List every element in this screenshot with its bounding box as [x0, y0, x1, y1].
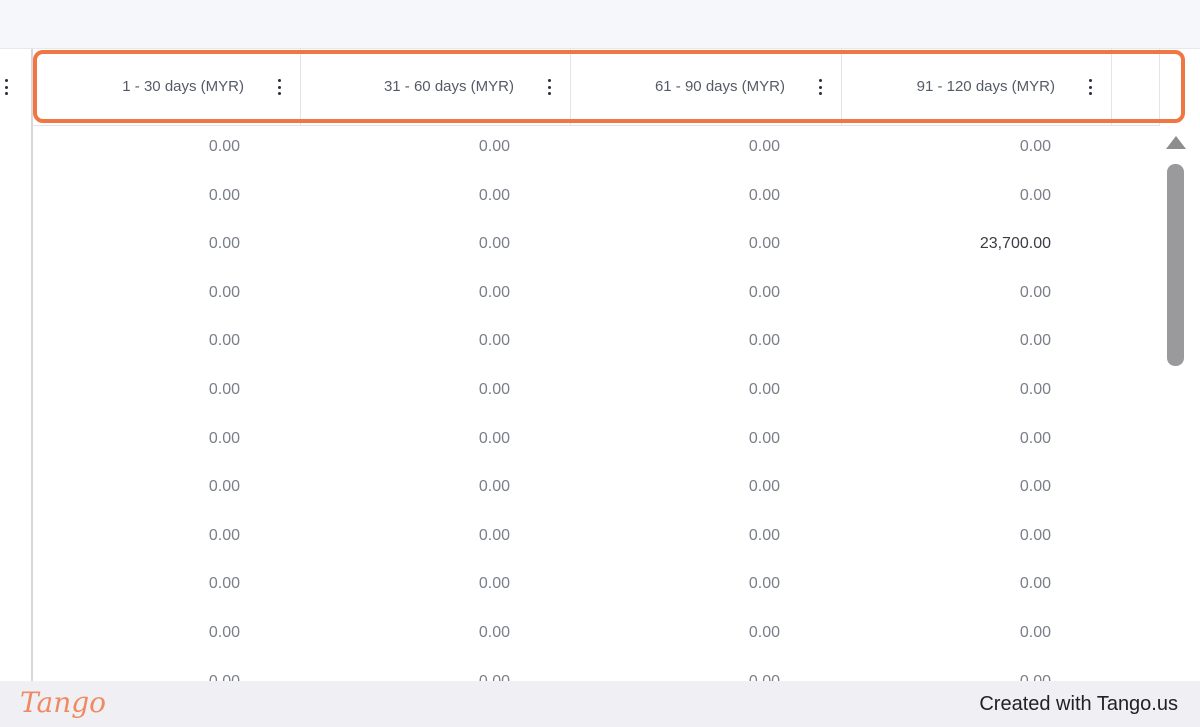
cell-1-30[interactable]: 0.00: [40, 624, 240, 642]
column-header-31-60-days[interactable]: 31 - 60 days (MYR): [301, 49, 571, 125]
cell-31-60[interactable]: 0.00: [310, 235, 510, 253]
table-row[interactable]: 0.00 0.00 0.00 0.00: [33, 562, 1160, 611]
cell-91-120[interactable]: 0.00: [851, 332, 1051, 350]
cell-1-30[interactable]: 0.00: [40, 673, 240, 681]
cell-91-120[interactable]: 0.00: [851, 624, 1051, 642]
cell-91-120[interactable]: 0.00: [851, 478, 1051, 496]
cell-61-90[interactable]: 0.00: [580, 673, 780, 681]
tango-logo: Tango: [20, 686, 107, 719]
cell-61-90[interactable]: 0.00: [580, 624, 780, 642]
column-header-label: 1 - 30 days (MYR): [122, 78, 244, 95]
cell-31-60[interactable]: 0.00: [310, 624, 510, 642]
previous-column-edge: [0, 49, 33, 681]
column-menu-icon[interactable]: [546, 79, 552, 95]
table-row[interactable]: 0.00 0.00 0.00 0.00: [33, 125, 1160, 174]
table-row[interactable]: 0.00 0.00 0.00 0.00: [33, 174, 1160, 223]
scrollbar-thumb[interactable]: [1167, 164, 1184, 366]
cell-31-60[interactable]: 0.00: [310, 381, 510, 399]
cell-91-120[interactable]: 0.00: [851, 673, 1051, 681]
cell-31-60[interactable]: 0.00: [310, 284, 510, 302]
cell-31-60[interactable]: 0.00: [310, 478, 510, 496]
cell-91-120[interactable]: 0.00: [851, 430, 1051, 448]
cell-61-90[interactable]: 0.00: [580, 430, 780, 448]
cell-1-30[interactable]: 0.00: [40, 430, 240, 448]
table-row[interactable]: 0.00 0.00 0.00 0.00: [33, 368, 1160, 417]
grid-body: 0.00 0.00 0.00 0.00 0.00 0.00 0.00 0.00 …: [33, 125, 1160, 681]
cell-91-120[interactable]: 0.00: [851, 138, 1051, 156]
column-menu-icon[interactable]: [1087, 79, 1093, 95]
column-menu-icon[interactable]: [276, 79, 282, 95]
column-header-91-120-days[interactable]: 91 - 120 days (MYR): [842, 49, 1112, 125]
column-menu-icon[interactable]: [817, 79, 823, 95]
cell-91-120[interactable]: 0.00: [851, 381, 1051, 399]
cell-1-30[interactable]: 0.00: [40, 575, 240, 593]
cell-31-60[interactable]: 0.00: [310, 187, 510, 205]
cell-31-60[interactable]: 0.00: [310, 332, 510, 350]
top-strip: [0, 0, 1200, 49]
cell-61-90[interactable]: 0.00: [580, 381, 780, 399]
column-header-1-30-days[interactable]: 1 - 30 days (MYR): [33, 49, 301, 125]
table-row[interactable]: 0.00 0.00 0.00 0.00: [33, 271, 1160, 320]
table-row[interactable]: 0.00 0.00 0.00 23,700.00: [33, 222, 1160, 271]
column-header-label: 31 - 60 days (MYR): [383, 78, 514, 95]
footer: Tango Created with Tango.us: [0, 681, 1200, 727]
cell-31-60[interactable]: 0.00: [310, 575, 510, 593]
table-row[interactable]: 0.00 0.00 0.00 0.00: [33, 319, 1160, 368]
scroll-up-arrow-icon[interactable]: [1166, 136, 1186, 149]
table-row[interactable]: 0.00 0.00 0.00 0.00: [33, 417, 1160, 466]
cell-31-60[interactable]: 0.00: [310, 673, 510, 681]
cell-1-30[interactable]: 0.00: [40, 284, 240, 302]
cell-91-120[interactable]: 0.00: [851, 284, 1051, 302]
column-header-label: 61 - 90 days (MYR): [654, 78, 785, 95]
column-header-extra: [1112, 49, 1160, 125]
cell-31-60[interactable]: 0.00: [310, 527, 510, 545]
cell-61-90[interactable]: 0.00: [580, 284, 780, 302]
cell-61-90[interactable]: 0.00: [580, 527, 780, 545]
cell-31-60[interactable]: 0.00: [310, 138, 510, 156]
cell-61-90[interactable]: 0.00: [580, 575, 780, 593]
cell-91-120[interactable]: 0.00: [851, 187, 1051, 205]
footer-credit: Created with Tango.us: [979, 693, 1178, 715]
cell-1-30[interactable]: 0.00: [40, 235, 240, 253]
cell-1-30[interactable]: 0.00: [40, 187, 240, 205]
table-row[interactable]: 0.00 0.00 0.00 0.00: [33, 611, 1160, 660]
cell-1-30[interactable]: 0.00: [40, 527, 240, 545]
aging-data-grid: 1 - 30 days (MYR) 31 - 60 days (MYR) 61 …: [0, 49, 1200, 681]
cell-1-30[interactable]: 0.00: [40, 381, 240, 399]
grid-header-row: 1 - 30 days (MYR) 31 - 60 days (MYR) 61 …: [33, 49, 1200, 126]
cell-1-30[interactable]: 0.00: [40, 332, 240, 350]
cell-91-120[interactable]: 23,700.00: [851, 235, 1051, 253]
cell-61-90[interactable]: 0.00: [580, 478, 780, 496]
column-header-label: 91 - 120 days (MYR): [916, 78, 1055, 95]
cell-1-30[interactable]: 0.00: [40, 478, 240, 496]
cell-61-90[interactable]: 0.00: [580, 138, 780, 156]
cell-61-90[interactable]: 0.00: [580, 332, 780, 350]
cell-91-120[interactable]: 0.00: [851, 575, 1051, 593]
table-row[interactable]: 0.00 0.00 0.00 0.00: [33, 660, 1160, 681]
cell-61-90[interactable]: 0.00: [580, 187, 780, 205]
column-menu-icon[interactable]: [3, 79, 9, 95]
cell-91-120[interactable]: 0.00: [851, 527, 1051, 545]
table-row[interactable]: 0.00 0.00 0.00 0.00: [33, 514, 1160, 563]
cell-61-90[interactable]: 0.00: [580, 235, 780, 253]
column-header-61-90-days[interactable]: 61 - 90 days (MYR): [571, 49, 842, 125]
cell-31-60[interactable]: 0.00: [310, 430, 510, 448]
cell-1-30[interactable]: 0.00: [40, 138, 240, 156]
table-row[interactable]: 0.00 0.00 0.00 0.00: [33, 465, 1160, 514]
